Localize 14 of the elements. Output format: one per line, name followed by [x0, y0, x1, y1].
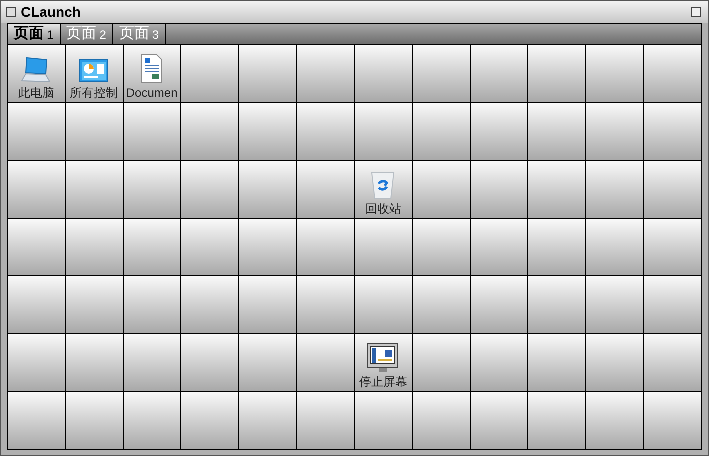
shortcut-tile[interactable]: 此电脑	[8, 45, 65, 102]
shortcut-tile[interactable]: Documen	[124, 45, 180, 102]
window-menu-icon[interactable]	[6, 7, 16, 17]
page-tab[interactable]: 页面 1	[8, 24, 61, 44]
laptop-icon	[21, 56, 52, 84]
shortcut-tile[interactable]: 所有控制	[66, 45, 123, 102]
recycle-bin-icon	[370, 170, 396, 200]
shortcut-tile[interactable]: 回收站	[354, 160, 412, 218]
monitor-icon	[367, 343, 400, 374]
window-title: CLaunch	[21, 2, 81, 22]
shortcut-tile[interactable]: 停止屏幕	[354, 334, 412, 392]
maximize-button[interactable]	[691, 7, 701, 17]
document-icon	[140, 54, 164, 84]
control-panel-icon	[79, 58, 110, 84]
